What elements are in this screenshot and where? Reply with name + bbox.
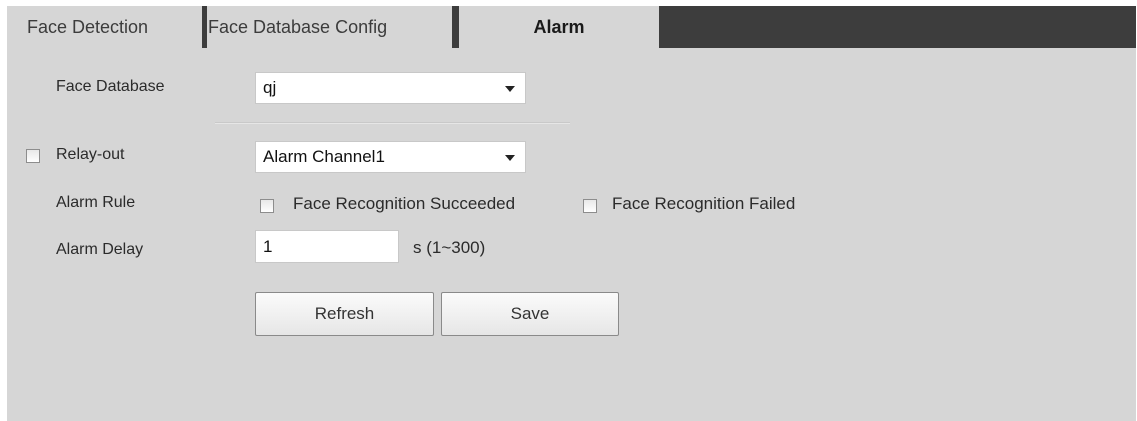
face-recognition-succeeded-checkbox[interactable] xyxy=(260,199,274,213)
relay-out-checkbox[interactable] xyxy=(26,149,40,163)
face-recognition-failed-checkbox[interactable] xyxy=(583,199,597,213)
relay-out-channel-value: Alarm Channel1 xyxy=(263,147,385,166)
alarm-rule-label: Alarm Rule xyxy=(56,194,136,211)
face-database-select[interactable]: qj xyxy=(255,72,526,104)
face-recognition-failed-label: Face Recognition Failed xyxy=(612,194,796,213)
face-database-label: Face Database xyxy=(56,78,165,95)
tab-face-database-config[interactable]: Face Database Config xyxy=(207,6,452,48)
face-recognition-succeeded-label: Face Recognition Succeeded xyxy=(293,194,516,213)
alarm-delay-input[interactable]: 1 xyxy=(255,230,399,263)
relay-out-channel-select[interactable]: Alarm Channel1 xyxy=(255,141,526,173)
save-button[interactable]: Save xyxy=(441,292,619,336)
alarm-delay-unit: s (1~300) xyxy=(413,238,486,257)
relay-out-label: Relay-out xyxy=(56,146,125,163)
face-database-value: qj xyxy=(263,78,277,97)
section-divider xyxy=(215,122,570,124)
alarm-delay-label: Alarm Delay xyxy=(56,241,144,258)
alarm-settings-panel: Face Detection Face Database Config Alar… xyxy=(7,6,1136,421)
tab-face-detection[interactable]: Face Detection xyxy=(7,6,202,48)
chevron-down-icon xyxy=(505,86,515,92)
chevron-down-icon xyxy=(505,155,515,161)
tab-bar: Face Detection Face Database Config Alar… xyxy=(7,6,1136,48)
tab-alarm[interactable]: Alarm xyxy=(459,6,659,48)
refresh-button[interactable]: Refresh xyxy=(255,292,434,336)
